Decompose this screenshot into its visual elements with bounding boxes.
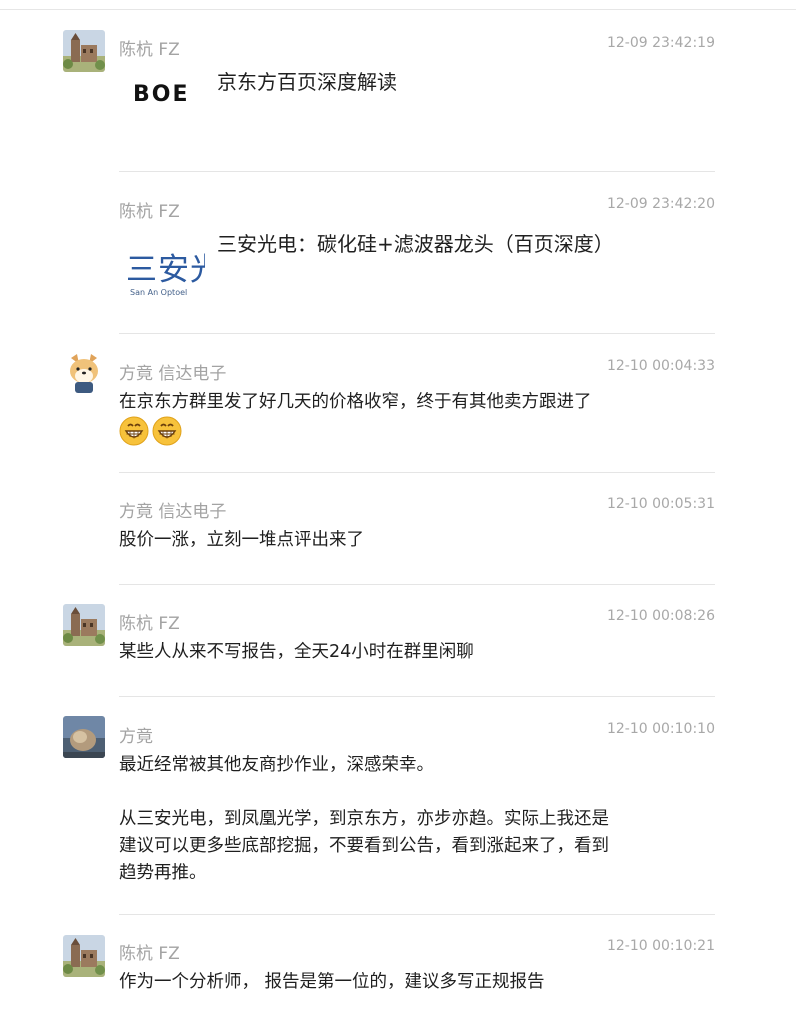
message-separator (119, 696, 715, 697)
chat-message-list[interactable]: 陈杭 FZ 12-09 23:42:19 BOE 京东方百页深度解读 陈杭 FZ… (0, 0, 796, 1025)
avatar[interactable] (63, 30, 105, 72)
message-text: 作为一个分析师， 报告是第一位的，建议多写正规报告 (119, 972, 545, 992)
message-time: 12-10 00:05:31 (606, 496, 715, 512)
link-card-title[interactable]: 京东方百页深度解读 (217, 66, 397, 95)
message-separator (119, 584, 715, 585)
avatar[interactable] (63, 604, 105, 646)
sanan-logo: 三安光 (126, 252, 205, 288)
message-time: 12-10 00:04:33 (606, 358, 715, 374)
message-time: 12-10 00:10:21 (606, 938, 715, 954)
link-card-thumbnail[interactable]: 三安光 San An Optoel (119, 222, 205, 308)
message-separator (119, 171, 715, 172)
message-text: 某些人从来不写报告，全天24小时在群里闲聊 (119, 642, 474, 662)
sender-name: 陈杭 FZ (119, 40, 180, 60)
sender-name: 方竟 信达电子 (119, 502, 227, 522)
avatar[interactable] (63, 935, 105, 977)
message-time: 12-10 00:08:26 (606, 608, 715, 624)
sender-name: 方竟 信达电子 (119, 364, 227, 384)
sender-name: 陈杭 FZ (119, 944, 180, 964)
message-time: 12-09 23:42:19 (606, 35, 715, 51)
grinning-face-emoji (119, 416, 149, 446)
message-time: 12-10 00:10:10 (606, 721, 715, 737)
message-separator (119, 472, 715, 473)
sender-name: 陈杭 FZ (119, 614, 180, 634)
message-text: 最近经常被其他友商抄作业，深感荣幸。 从三安光电，到凤凰光学，到京东方，亦步亦趋… (119, 755, 609, 883)
message-separator (119, 914, 715, 915)
boe-logo: BOE (133, 82, 190, 107)
message-separator (119, 333, 715, 334)
link-card-title[interactable]: 三安光电：碳化硅+滤波器龙头（百页深度） (217, 228, 614, 257)
message-time: 12-09 23:42:20 (606, 196, 715, 212)
link-card-thumbnail[interactable]: BOE (119, 58, 205, 144)
avatar[interactable] (63, 716, 105, 758)
message-text-content: 在京东方群里发了好几天的价格收窄，终于有其他卖方跟进了 (119, 392, 592, 412)
sender-name: 方竟 (119, 727, 153, 747)
avatar[interactable] (63, 352, 105, 394)
message-text: 股价一涨，立刻一堆点评出来了 (119, 530, 364, 550)
grinning-face-emoji (152, 416, 182, 446)
sender-name: 陈杭 FZ (119, 202, 180, 222)
sanan-logo-subtext: San An Optoel (130, 288, 188, 297)
message-text: 在京东方群里发了好几天的价格收窄，终于有其他卖方跟进了 (119, 389, 699, 446)
